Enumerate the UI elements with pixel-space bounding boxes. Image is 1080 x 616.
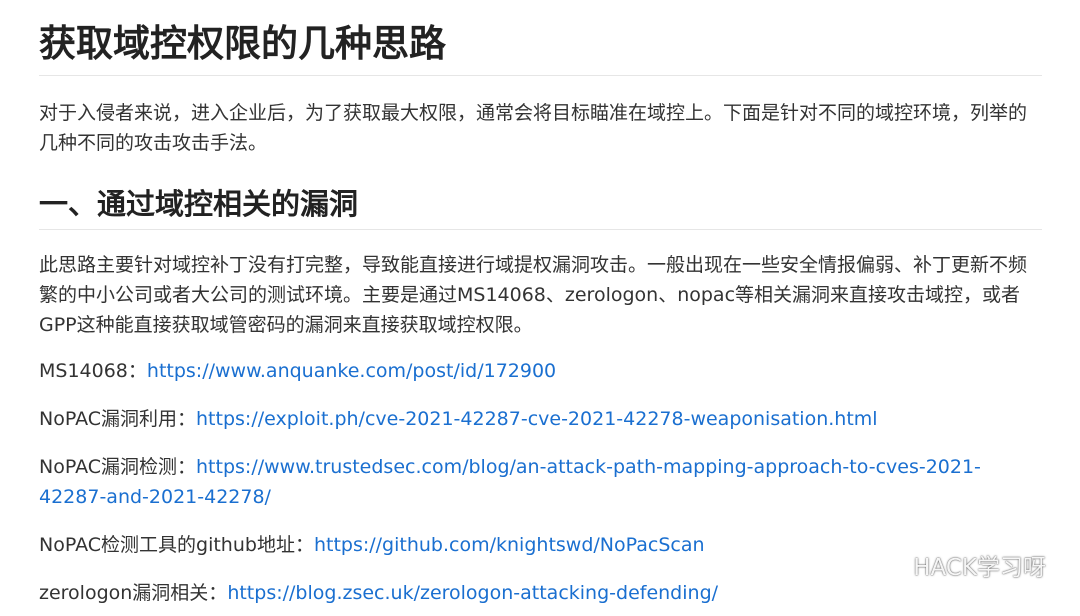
link-label: zerologon漏洞相关：: [39, 582, 228, 604]
link-label: NoPAC漏洞检测：: [39, 456, 197, 478]
page-title: 获取域控权限的几种思路: [39, 22, 446, 65]
link-row-ms14068: MS14068：https://www.anquanke.com/post/id…: [39, 356, 1039, 386]
nopac-exploit-link[interactable]: https://exploit.ph/cve-2021-42287-cve-20…: [196, 408, 878, 430]
link-row-nopac-detection: NoPAC漏洞检测：https://www.trustedsec.com/blo…: [39, 452, 1039, 512]
link-row-zerologon: zerologon漏洞相关：https://blog.zsec.uk/zerol…: [39, 578, 1039, 608]
wechat-icon: [870, 551, 905, 578]
section-heading: 一、通过域控相关的漏洞: [39, 187, 359, 221]
section-divider: [39, 229, 1042, 230]
link-label: NoPAC漏洞利用：: [39, 408, 197, 430]
ms14068-link[interactable]: https://www.anquanke.com/post/id/172900: [147, 360, 556, 382]
zerologon-link[interactable]: https://blog.zsec.uk/zerologon-attacking…: [227, 582, 718, 604]
link-row-nopac-exploit: NoPAC漏洞利用：https://exploit.ph/cve-2021-42…: [39, 404, 1039, 434]
nopac-github-link[interactable]: https://github.com/knightswd/NoPacScan: [314, 534, 705, 556]
watermark-text: HACK学习呀: [913, 555, 1046, 581]
title-divider: [39, 75, 1042, 76]
watermark: HACK学习呀: [869, 548, 1046, 582]
section-paragraph: 此思路主要针对域控补丁没有打完整，导致能直接进行域提权漏洞攻击。一般出现在一些安…: [39, 254, 1028, 336]
link-label: NoPAC检测工具的github地址：: [39, 534, 314, 556]
intro-paragraph: 对于入侵者来说，进入企业后，为了获取最大权限，通常会将目标瞄准在域控上。下面是针…: [39, 102, 1028, 154]
link-label: MS14068：: [39, 360, 147, 382]
